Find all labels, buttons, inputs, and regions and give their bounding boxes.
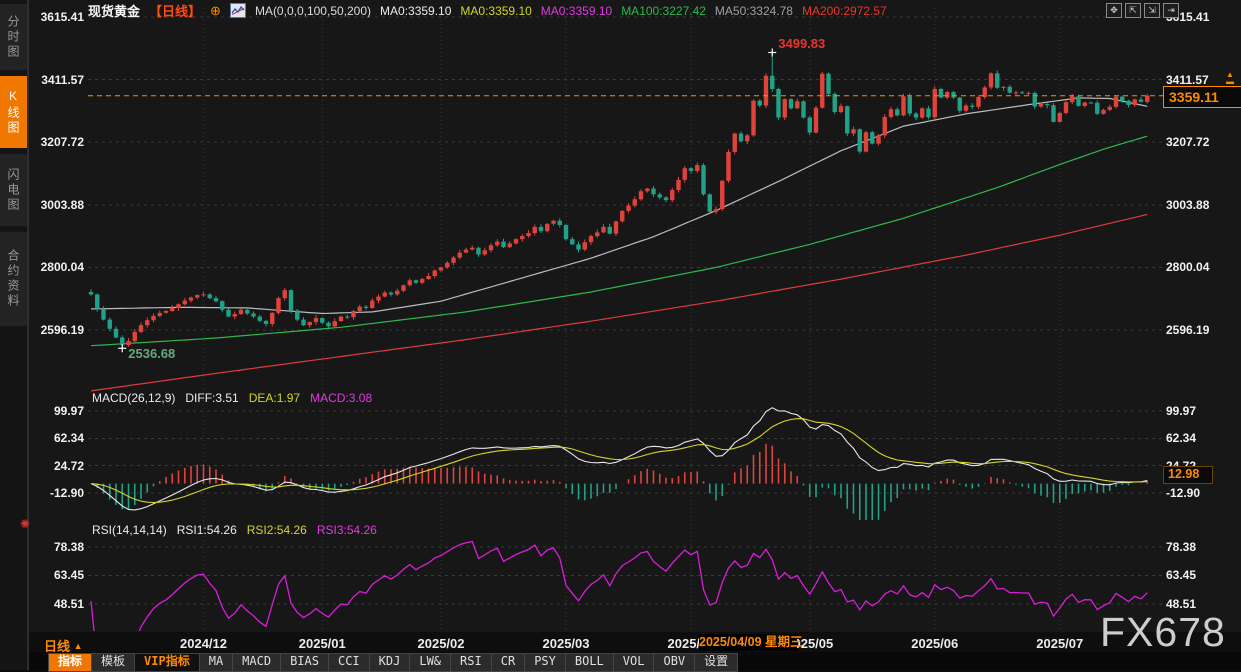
macd-axis-label-left: 24.72: [28, 459, 84, 473]
macd-axis-label-left: 99.97: [28, 404, 84, 418]
rsi-axis-label-left: 63.45: [28, 568, 84, 582]
macd-title: MACD(26,12,9): [92, 391, 175, 405]
rsi3-value: RSI3:54.26: [317, 523, 377, 537]
time-axis-label: 2025/06: [911, 636, 958, 651]
rsi-axis-label-right: 63.45: [1166, 568, 1196, 582]
toolbar-button-模板[interactable]: 模板: [92, 653, 135, 672]
rsi-axis-label-left: 48.51: [28, 597, 84, 611]
macd-axis-label-right: 62.34: [1166, 431, 1196, 445]
ma-legend-entry-3: MA0:3359.10: [541, 4, 612, 18]
kline-app-window: { "window": {"title": "现货黄金 日线 K线图", "wi…: [0, 0, 1241, 670]
rsi-title: RSI(14,14,14): [92, 523, 167, 537]
high-price-annotation: 3499.83: [778, 36, 825, 51]
symbol-name: 现货黄金: [88, 1, 140, 20]
toolbar-button-LW&[interactable]: LW&: [410, 653, 451, 672]
toolbar-button-设置[interactable]: 设置: [695, 653, 738, 672]
toolbar-button-RSI[interactable]: RSI: [451, 653, 492, 672]
indicator-toolbar: 指标模板VIP指标MAMACDBIASCCIKDJLW&RSICRPSYBOLL…: [0, 652, 1241, 670]
toolbar-button-CCI[interactable]: CCI: [329, 653, 370, 672]
macd-axis-label-left: 62.34: [28, 431, 84, 445]
macd-axis-label-right: 99.97: [1166, 404, 1196, 418]
rsi2-value: RSI2:54.26: [247, 523, 307, 537]
rsi-settings-icon[interactable]: ✺: [20, 518, 30, 530]
macd-macd-value: MACD:3.08: [310, 391, 372, 405]
macd-diff-value: DIFF:3.51: [185, 391, 238, 405]
price-axis-label-left: 2596.19: [28, 323, 84, 337]
sidebar-tab-1[interactable]: 分时图: [0, 4, 27, 70]
time-axis-label: 2025/02: [418, 636, 465, 651]
macd-value-tag: 12.98: [1163, 466, 1213, 484]
pan-icon[interactable]: ✥: [1106, 3, 1122, 18]
last-price-tag: 3359.11: [1163, 86, 1241, 108]
ma-legend-entry-5: MA50:3324.78: [715, 4, 793, 18]
toolbar-button-VIP指标[interactable]: VIP指标: [135, 653, 200, 672]
period-selector-arrow-icon: ▲: [74, 641, 83, 651]
chart-type-sidebar: ✺ 分时图 K线图闪电图合约资料: [0, 0, 29, 670]
time-axis-label: 2024/12: [180, 636, 227, 651]
toolbar-button-VOL[interactable]: VOL: [614, 653, 655, 672]
toolbar-button-MA[interactable]: MA: [200, 653, 233, 672]
scale-right-axis-icon[interactable]: ⇲: [1144, 3, 1160, 18]
price-axis-label-left: 3003.88: [28, 198, 84, 212]
ma-line-MA100: [91, 136, 1147, 346]
time-axis-label: 2025/03: [543, 636, 590, 651]
price-axis-label-right: 3411.57: [1166, 73, 1209, 87]
macd-axis-label-right: -12.90: [1166, 486, 1200, 500]
macd-dea-value: DEA:1.97: [249, 391, 300, 405]
price-axis-label-right: 3207.72: [1166, 135, 1209, 149]
shift-right-icon[interactable]: ⇥: [1163, 3, 1179, 18]
ma-legend-entry-2: MA0:3359.10: [460, 4, 531, 18]
price-axis-label-left: 3615.41: [28, 10, 84, 24]
time-axis-label: 2025/07: [1036, 636, 1083, 651]
toolbar-button-MACD[interactable]: MACD: [233, 653, 281, 672]
macd-axis-label-left: -12.90: [28, 486, 84, 500]
rsi-panel-header: RSI(14,14,14) RSI1:54.26 RSI2:54.26 RSI3…: [92, 523, 377, 537]
price-alert-marker-icon[interactable]: ▲▬: [1222, 71, 1238, 85]
macd-panel-header: MACD(26,12,9) DIFF:3.51 DEA:1.97 MACD:3.…: [92, 391, 372, 405]
rsi1-value: RSI1:54.26: [177, 523, 237, 537]
mini-chart-icon[interactable]: [230, 3, 246, 18]
fx678-watermark: FX678: [1100, 609, 1226, 656]
price-axis-label-left: 3411.57: [28, 73, 84, 87]
toolbar-button-KDJ[interactable]: KDJ: [370, 653, 411, 672]
toolbar-button-PSY[interactable]: PSY: [525, 653, 566, 672]
sidebar-tab-3[interactable]: 闪电图: [0, 154, 27, 226]
period-badge: 【日线】: [149, 1, 201, 20]
ma-line-MA200: [91, 214, 1147, 391]
toolbar-button-BIAS[interactable]: BIAS: [281, 653, 329, 672]
toolbar-button-指标[interactable]: 指标: [48, 653, 92, 672]
add-indicator-icon[interactable]: ⊕: [210, 3, 221, 19]
toolbar-button-BOLL[interactable]: BOLL: [566, 653, 614, 672]
chart-legend: 现货黄金 【日线】 ⊕ MA(0,0,0,100,50,200) MA0:335…: [88, 3, 887, 18]
hover-date-tooltip: 2025/04/09 星期三: [699, 634, 797, 651]
rsi-axis-label-left: 78.38: [28, 540, 84, 554]
sidebar-tab-4[interactable]: 合约资料: [0, 232, 27, 326]
price-axis-label-right: 2800.04: [1166, 260, 1209, 274]
ma-line-MA50: [91, 98, 1147, 314]
toolbar-button-OBV[interactable]: OBV: [654, 653, 695, 672]
price-axis-label-right: 2596.19: [1166, 323, 1209, 337]
low-price-annotation: 2536.68: [128, 346, 175, 361]
macd-diff-line: [91, 408, 1147, 510]
scale-left-axis-icon[interactable]: ⇱: [1125, 3, 1141, 18]
sidebar-tab-2[interactable]: K线图: [0, 76, 27, 148]
ma-legend-entry-6: MA200:2972.57: [802, 4, 887, 18]
price-axis-label-right: 3003.88: [1166, 198, 1209, 212]
chart-tools: ✥⇱⇲⇥: [1106, 3, 1179, 18]
price-axis-label-left: 3207.72: [28, 135, 84, 149]
price-axis-label-left: 2800.04: [28, 260, 84, 274]
kline-chart-canvas[interactable]: [0, 0, 1241, 670]
ma-legend-entry-1: MA0:3359.10: [380, 4, 451, 18]
ma-settings-label: MA(0,0,0,100,50,200): [255, 4, 371, 18]
time-axis-label: 2025/01: [299, 636, 346, 651]
ma-legend-entry-4: MA100:3227.42: [621, 4, 706, 18]
toolbar-button-CR[interactable]: CR: [492, 653, 525, 672]
rsi-axis-label-right: 78.38: [1166, 540, 1196, 554]
